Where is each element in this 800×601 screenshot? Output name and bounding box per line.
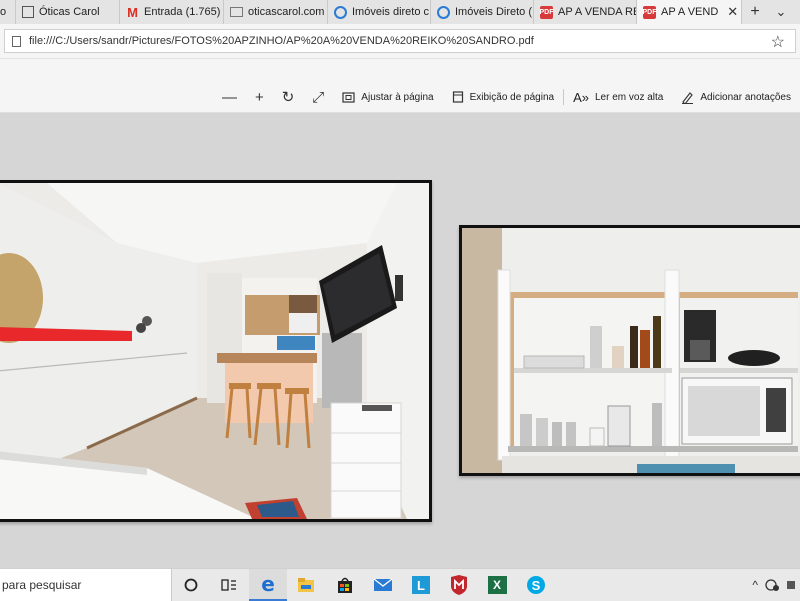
kitchen-cabinet-image <box>462 228 800 473</box>
tab-label: Entrada (1.765) <box>144 6 221 18</box>
excel-icon[interactable]: X <box>478 569 516 601</box>
mail-icon[interactable] <box>364 569 402 601</box>
tab-label: Óticas Carol <box>39 6 100 18</box>
url-text[interactable]: file:///C:/Users/sandr/Pictures/FOTOS%20… <box>29 35 534 47</box>
tab-item[interactable]: PDF AP A VENDA RE <box>534 0 637 24</box>
tab-item[interactable]: oticascarol.com <box>224 0 328 24</box>
rotate-icon: ↻ <box>281 89 295 106</box>
read-aloud-button[interactable]: A» Ler em voz alta <box>564 82 672 112</box>
l-app-icon[interactable]: L <box>402 569 440 601</box>
tab-item[interactable]: Imóveis Direto ( <box>431 0 534 24</box>
add-notes-button[interactable]: Adicionar anotações <box>672 82 800 112</box>
page-view-label: Exibição de página <box>469 91 555 103</box>
toolbar-spacer <box>0 58 800 83</box>
tray-app-icon[interactable] <box>786 578 796 592</box>
pen-icon <box>682 91 694 104</box>
gmail-icon: M <box>127 4 138 20</box>
expand-icon: ⤢ <box>312 88 325 106</box>
read-aloud-icon: A» <box>573 89 589 105</box>
edge-icon[interactable]: e <box>249 569 287 601</box>
tab-item[interactable]: Óticas Carol <box>16 0 120 24</box>
fullscreen-button[interactable]: ⤢ <box>303 82 333 112</box>
document-icon <box>12 35 21 47</box>
pdf-toolbar: — + ↻ ⤢ Ajustar à página Exibição de pág… <box>0 82 800 113</box>
living-room-image <box>0 183 429 519</box>
skype-icon[interactable]: S <box>517 569 555 601</box>
zoom-in-button[interactable]: + <box>246 82 273 112</box>
address-bar: file:///C:/Users/sandr/Pictures/FOTOS%20… <box>0 24 800 58</box>
tab-label: oticascarol.com <box>248 6 325 18</box>
page-view-button[interactable]: Exibição de página <box>443 82 564 112</box>
fit-page-button[interactable]: Ajustar à página <box>333 82 442 112</box>
taskbar-search-text: para pesquisar <box>2 578 82 592</box>
zoom-out-button[interactable]: — <box>213 82 246 112</box>
ie-icon <box>334 5 347 19</box>
system-tray: ^ <box>752 569 800 601</box>
taskbar-search-box[interactable]: para pesquisar <box>0 569 172 601</box>
fit-page-label: Ajustar à página <box>361 91 434 103</box>
add-notes-label: Adicionar anotações <box>700 91 791 103</box>
minus-icon: — <box>221 88 237 106</box>
tab-item[interactable]: Imóveis direto c <box>328 0 431 24</box>
read-aloud-label: Ler em voz alta <box>595 91 664 103</box>
fit-page-icon <box>342 91 355 103</box>
tab-list-button[interactable]: ⌄ <box>768 0 794 24</box>
taskbar: para pesquisar e L X S ^ <box>0 568 800 601</box>
ie-icon <box>437 5 450 19</box>
tab-label: AP A VENDA RE <box>558 6 637 18</box>
new-tab-button[interactable]: + <box>742 0 768 24</box>
plus-icon: + <box>254 88 264 106</box>
close-tab-icon[interactable]: ✕ <box>727 4 738 20</box>
page-view-icon <box>452 91 463 103</box>
tray-network-icon[interactable] <box>764 578 780 592</box>
favorite-star-icon[interactable]: ☆ <box>771 32 785 52</box>
kitchen-cabinet-photo <box>459 225 800 476</box>
cortana-icon[interactable] <box>172 569 210 601</box>
pdf-icon: PDF <box>540 5 554 19</box>
living-room-photo <box>0 180 432 522</box>
file-explorer-icon[interactable] <box>287 569 325 601</box>
envelope-icon <box>230 7 243 17</box>
rotate-button[interactable]: ↻ <box>273 82 304 112</box>
url-field[interactable]: file:///C:/Users/sandr/Pictures/FOTOS%20… <box>4 29 796 53</box>
tab-label: Imóveis Direto ( <box>455 6 533 18</box>
store-icon[interactable] <box>326 569 364 601</box>
task-view-icon[interactable] <box>210 569 248 601</box>
pdf-icon: PDF <box>643 5 657 19</box>
tab-label: o <box>0 6 7 18</box>
mcafee-icon[interactable] <box>440 569 478 601</box>
tray-chevron-icon[interactable]: ^ <box>752 578 758 592</box>
tab-item-active[interactable]: PDF AP A VEND ✕ <box>637 0 742 24</box>
tab-label: Imóveis direto c <box>352 6 430 18</box>
tab-item[interactable]: o <box>0 0 16 24</box>
tab-item[interactable]: M Entrada (1.765) <box>120 0 224 24</box>
tab-label: AP A VEND <box>661 6 719 18</box>
page-icon <box>22 6 34 18</box>
tab-strip: o Óticas Carol M Entrada (1.765) oticasc… <box>0 0 800 24</box>
